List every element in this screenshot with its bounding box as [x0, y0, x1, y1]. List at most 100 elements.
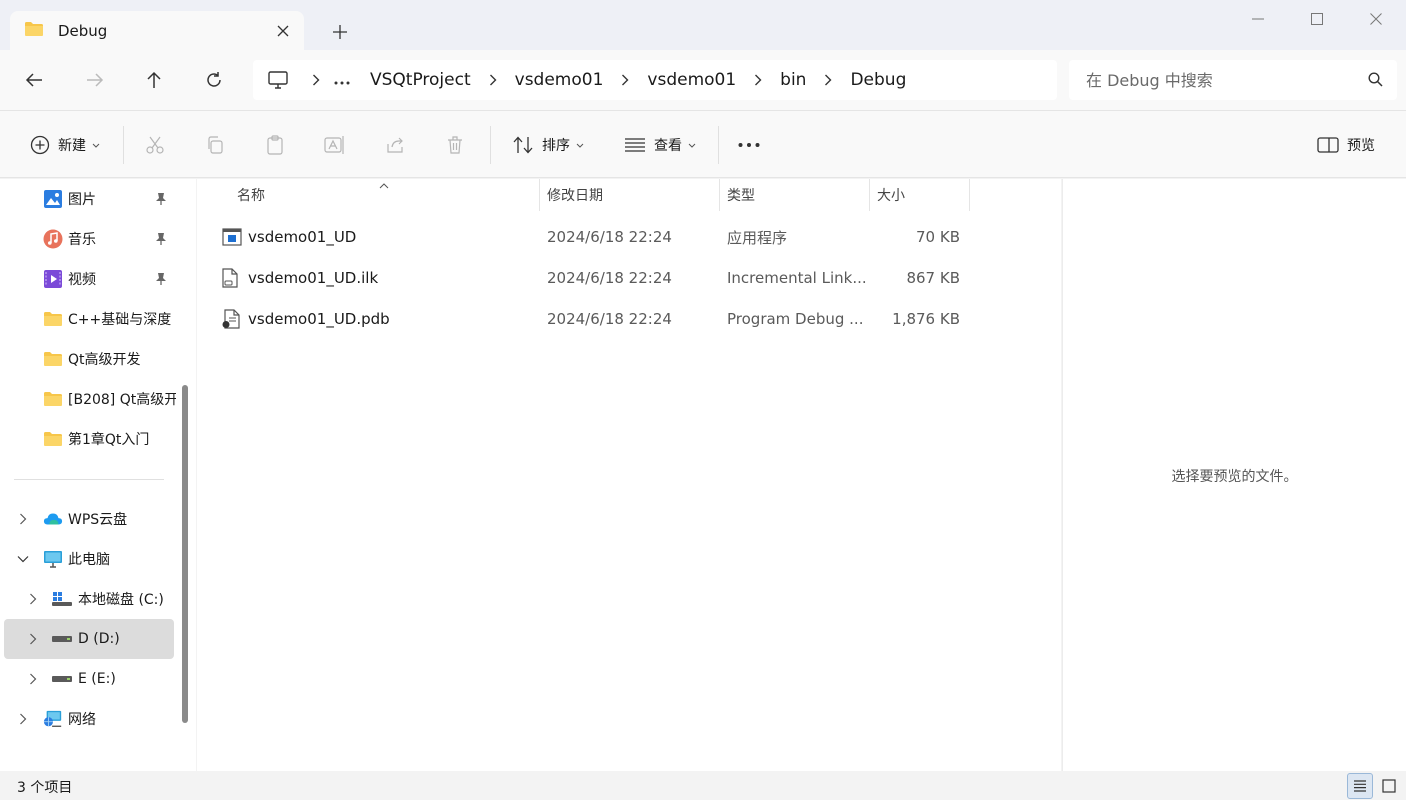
chevron-down-icon [576, 143, 584, 148]
back-button[interactable] [14, 60, 54, 100]
copy-button[interactable] [195, 125, 235, 165]
column-header-date[interactable]: 修改日期 [547, 179, 719, 211]
chevron-right-icon[interactable] [25, 631, 41, 647]
preview-pane-icon [1317, 137, 1339, 153]
maximize-icon [1311, 13, 1323, 25]
cut-button[interactable] [135, 125, 175, 165]
more-crumbs-icon[interactable] [330, 70, 354, 90]
sidebar-item-folder-chapter1[interactable]: 第1章Qt入门 [4, 419, 174, 459]
sidebar-item-network[interactable]: 网络 [4, 699, 174, 739]
drive-icon [52, 669, 72, 689]
breadcrumb-debug[interactable]: Debug [842, 70, 914, 90]
details-view-button[interactable] [1347, 773, 1373, 799]
column-header-size[interactable]: 大小 [877, 179, 969, 211]
address-breadcrumb[interactable]: VSQtProject vsdemo01 vsdemo01 bin Debug [253, 60, 1057, 100]
chevron-down-icon [688, 143, 696, 148]
details-view-icon [1354, 780, 1366, 792]
new-tab-button[interactable] [325, 17, 355, 47]
column-header-type[interactable]: 类型 [727, 179, 869, 211]
view-list-icon [625, 138, 645, 152]
sidebar-item-folder-cpp[interactable]: C++基础与深度 [4, 299, 174, 339]
view-button[interactable]: 查看 [615, 125, 705, 165]
breadcrumb-bin[interactable]: bin [772, 70, 814, 90]
sidebar-item-label: [B208] Qt高级开 [68, 392, 176, 408]
cloud-icon [43, 509, 63, 529]
sidebar-scrollbar[interactable] [182, 385, 188, 723]
drive-c-icon [52, 589, 72, 609]
up-button[interactable] [134, 60, 174, 100]
delete-button[interactable] [435, 125, 475, 165]
tab-debug[interactable]: Debug [10, 11, 304, 50]
rename-button[interactable] [315, 125, 355, 165]
pin-icon[interactable] [155, 272, 167, 290]
minimize-button[interactable] [1228, 0, 1288, 38]
sidebar-item-drive-e[interactable]: E (E:) [4, 659, 174, 699]
maximize-button[interactable] [1287, 0, 1347, 38]
file-size: 70 KB [916, 228, 960, 246]
column-separator[interactable] [869, 179, 870, 211]
column-header-name[interactable]: 名称 [237, 179, 539, 211]
chevron-right-icon[interactable] [15, 511, 31, 527]
pin-icon[interactable] [155, 192, 167, 210]
pin-icon[interactable] [155, 232, 167, 250]
tiles-view-button[interactable] [1376, 773, 1402, 799]
monitor-icon[interactable] [268, 71, 290, 89]
sidebar-item-folder-b208[interactable]: [B208] Qt高级开 [4, 379, 176, 419]
chevron-right-icon[interactable] [25, 591, 41, 607]
ilk-file-icon [222, 258, 244, 298]
chevron-right-icon[interactable] [611, 74, 639, 86]
refresh-button[interactable] [194, 60, 234, 100]
share-button[interactable] [375, 125, 415, 165]
table-row[interactable]: vsdemo01_UD.pdb 2024/6/18 22:24 Program … [217, 299, 970, 339]
paste-button[interactable] [255, 125, 295, 165]
sidebar-item-drive-c[interactable]: 本地磁盘 (C:) [4, 579, 174, 619]
minimize-icon [1252, 18, 1264, 20]
sidebar-item-folder-qt-advanced[interactable]: Qt高级开发 [4, 339, 174, 379]
toolbar-divider [490, 126, 491, 164]
chevron-right-icon[interactable] [744, 74, 772, 86]
chevron-right-icon[interactable] [25, 671, 41, 687]
close-tab-icon[interactable] [268, 16, 298, 46]
close-window-button[interactable] [1346, 0, 1406, 38]
refresh-icon [207, 72, 221, 87]
sidebar-item-videos[interactable]: 视频 [4, 259, 174, 299]
chevron-down-icon [92, 143, 100, 148]
sort-button[interactable]: 排序 [503, 125, 593, 165]
column-separator[interactable] [969, 179, 970, 211]
sort-button-label: 排序 [542, 138, 570, 154]
new-button[interactable]: 新建 [20, 125, 110, 165]
forward-button[interactable] [75, 60, 115, 100]
sidebar-item-this-pc[interactable]: 此电脑 [4, 539, 174, 579]
sidebar-item-label: 视频 [68, 272, 96, 288]
breadcrumb-vsqtproject[interactable]: VSQtProject [362, 70, 479, 90]
search-icon[interactable] [1368, 72, 1383, 91]
sidebar-item-label: D (D:) [78, 631, 120, 647]
search-box[interactable] [1069, 60, 1397, 100]
column-separator[interactable] [719, 179, 720, 211]
chevron-right-icon[interactable] [302, 74, 330, 86]
chevron-right-icon[interactable] [479, 74, 507, 86]
drive-icon [52, 629, 72, 649]
column-separator[interactable] [539, 179, 540, 211]
file-name: vsdemo01_UD.ilk [248, 269, 379, 287]
breadcrumb-vsdemo01-inner[interactable]: vsdemo01 [639, 70, 744, 90]
breadcrumb-vsdemo01[interactable]: vsdemo01 [507, 70, 612, 90]
sidebar-item-drive-d[interactable]: D (D:) [4, 619, 174, 659]
chevron-down-icon[interactable] [15, 551, 31, 567]
chevron-right-icon[interactable] [15, 711, 31, 727]
chevron-right-icon[interactable] [814, 74, 842, 86]
table-row[interactable]: vsdemo01_UD 2024/6/18 22:24 应用程序 70 KB [217, 217, 970, 257]
table-row[interactable]: vsdemo01_UD.ilk 2024/6/18 22:24 Incremen… [217, 258, 970, 298]
tiles-view-icon [1382, 779, 1396, 793]
sidebar-item-music[interactable]: 音乐 [4, 219, 174, 259]
sidebar-item-wps-cloud[interactable]: WPS云盘 [4, 499, 174, 539]
close-icon [1370, 13, 1382, 25]
more-options-button[interactable] [729, 125, 769, 165]
file-type: Incremental Link... [727, 269, 867, 287]
preview-pane-button[interactable]: 预览 [1307, 125, 1385, 165]
sidebar-item-pictures[interactable]: 图片 [4, 179, 174, 219]
search-input[interactable] [1086, 70, 1356, 90]
sidebar-item-label: 第1章Qt入门 [68, 432, 150, 448]
preview-message: 选择要预览的文件。 [1171, 469, 1298, 485]
sidebar-item-label: E (E:) [78, 671, 116, 687]
